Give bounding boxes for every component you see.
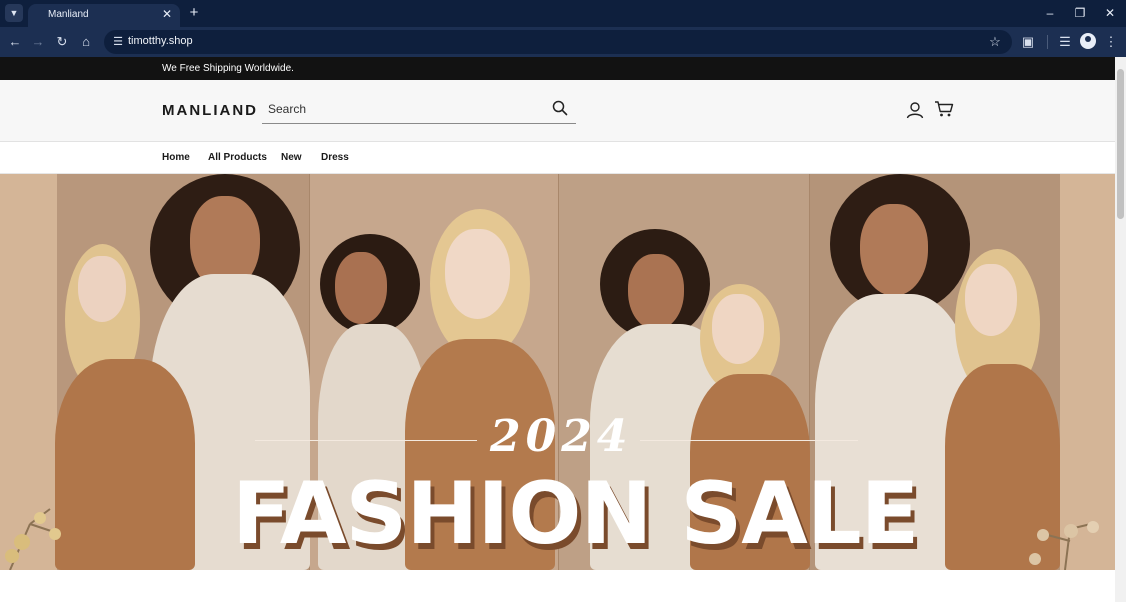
site-logo[interactable]: MANLIAND (162, 102, 258, 119)
restore-icon[interactable]: ❐ (1072, 5, 1088, 21)
nav-item-home[interactable]: Home (162, 152, 190, 163)
site-header: MANLIAND (0, 80, 1115, 142)
search-icon[interactable] (552, 100, 568, 116)
tab-title: Manliand (48, 9, 89, 20)
puzzle-icon[interactable]: ▣ (1019, 33, 1037, 51)
close-icon[interactable]: ✕ (160, 7, 174, 21)
star-icon[interactable]: ☆ (986, 33, 1004, 51)
minimize-icon[interactable]: – (1042, 5, 1058, 21)
forward-arrow-icon[interactable]: → (29, 33, 47, 51)
close-icon[interactable]: ✕ (1102, 5, 1118, 21)
hero-title: FASHION SALE (232, 464, 919, 564)
url-text[interactable]: timotthy.shop (128, 35, 193, 47)
browser-toolbar: ← → ↻ ⌂ ☰ timotthy.shop ☆ ▣ ☰ ⋮ (0, 27, 1126, 57)
plus-icon[interactable]: + (186, 5, 202, 21)
dried-flower-decoration (5, 508, 61, 570)
account-icon[interactable] (906, 101, 924, 119)
chevron-down-icon[interactable]: ▼ (5, 4, 23, 22)
nav-item-all-products[interactable]: All Products (208, 152, 267, 163)
media-control-icon[interactable]: ☰ (1056, 33, 1074, 51)
home-icon[interactable]: ⌂ (77, 33, 95, 51)
announcement-text: We Free Shipping Worldwide. (162, 63, 294, 74)
browser-tab-strip: ▼ Manliand ✕ + – ❐ ✕ (0, 0, 1126, 27)
scrollbar-thumb[interactable] (1117, 69, 1124, 219)
tune-icon[interactable]: ☰ (110, 34, 126, 50)
announcement-bar: We Free Shipping Worldwide. (0, 57, 1115, 80)
hero-banner[interactable]: 2024 FASHION SALE (0, 174, 1115, 570)
hero-backdrop (1060, 174, 1115, 570)
back-arrow-icon[interactable]: ← (6, 33, 24, 51)
decorative-line (255, 440, 477, 441)
page-scrollbar[interactable] (1115, 57, 1126, 602)
browser-tab[interactable]: Manliand ✕ (28, 4, 180, 27)
nav-item-new[interactable]: New (281, 152, 302, 163)
main-navigation: Home All Products New Dress (0, 142, 1115, 174)
search-bar (262, 95, 576, 124)
page-content-start (0, 570, 1115, 602)
toolbar-divider (1047, 35, 1048, 49)
page-viewport: We Free Shipping Worldwide. MANLIAND Hom… (0, 57, 1115, 602)
address-bar[interactable]: ☰ timotthy.shop ☆ (104, 30, 1012, 54)
search-input[interactable] (268, 102, 538, 116)
cart-icon[interactable] (934, 100, 954, 118)
reload-icon[interactable]: ↻ (53, 33, 71, 51)
kebab-menu-icon[interactable]: ⋮ (1102, 33, 1120, 51)
decorative-line (640, 440, 858, 441)
nav-item-dress[interactable]: Dress (321, 152, 349, 163)
hero-year: 2024 (490, 411, 633, 462)
dried-flower-decoration (1029, 521, 1099, 570)
profile-icon[interactable] (1080, 33, 1096, 49)
